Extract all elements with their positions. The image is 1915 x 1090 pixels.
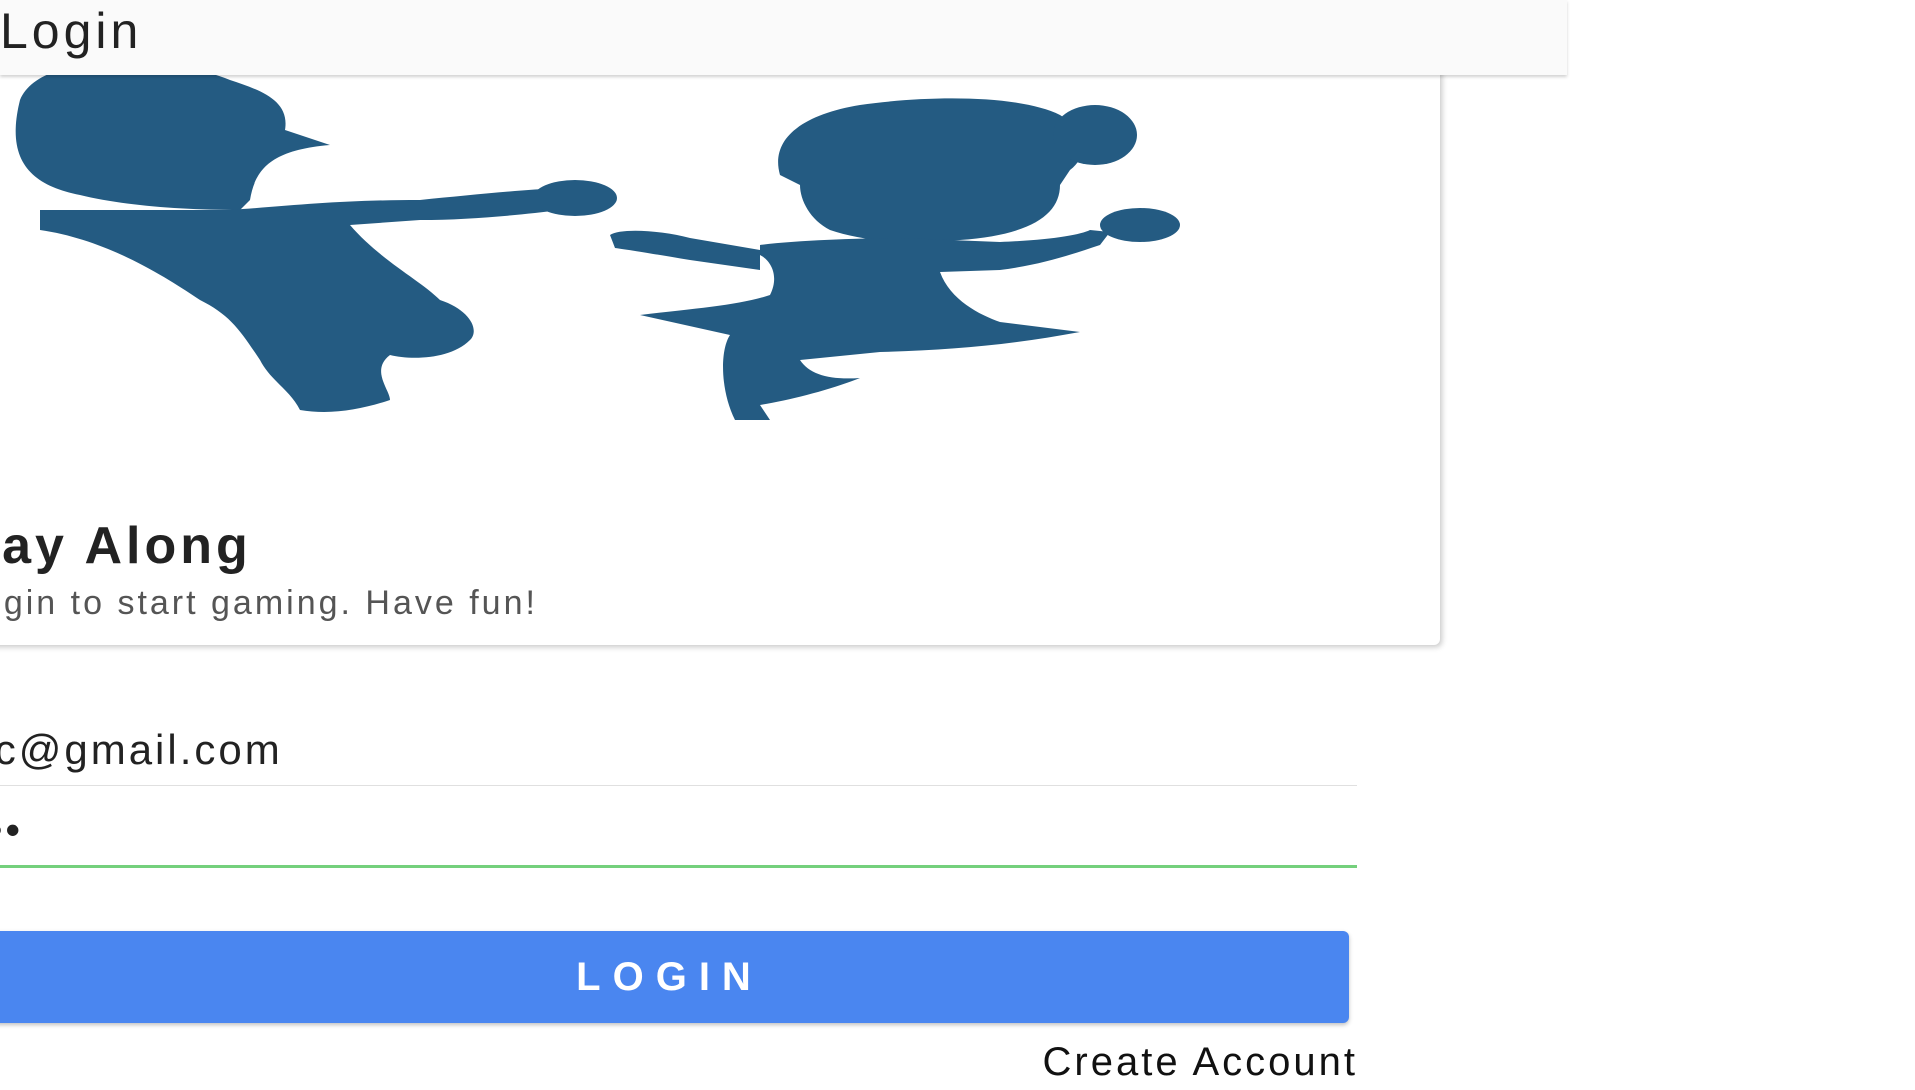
email-field[interactable] — [0, 715, 1357, 786]
login-screen: Login Play Along — [0, 0, 1915, 1090]
page-title: Login — [0, 3, 143, 59]
children-illustration — [15, 61, 1180, 420]
app-toolbar: Login — [0, 0, 1567, 75]
password-field[interactable] — [0, 795, 1357, 868]
create-account-link[interactable]: Create Account — [1043, 1040, 1359, 1085]
login-button[interactable]: LOGIN — [0, 931, 1349, 1023]
card-title: Play Along — [0, 517, 252, 575]
card-subtitle: Login to start gaming. Have fun! — [0, 584, 538, 622]
welcome-card: Play Along Login to start gaming. Have f… — [0, 60, 1440, 645]
